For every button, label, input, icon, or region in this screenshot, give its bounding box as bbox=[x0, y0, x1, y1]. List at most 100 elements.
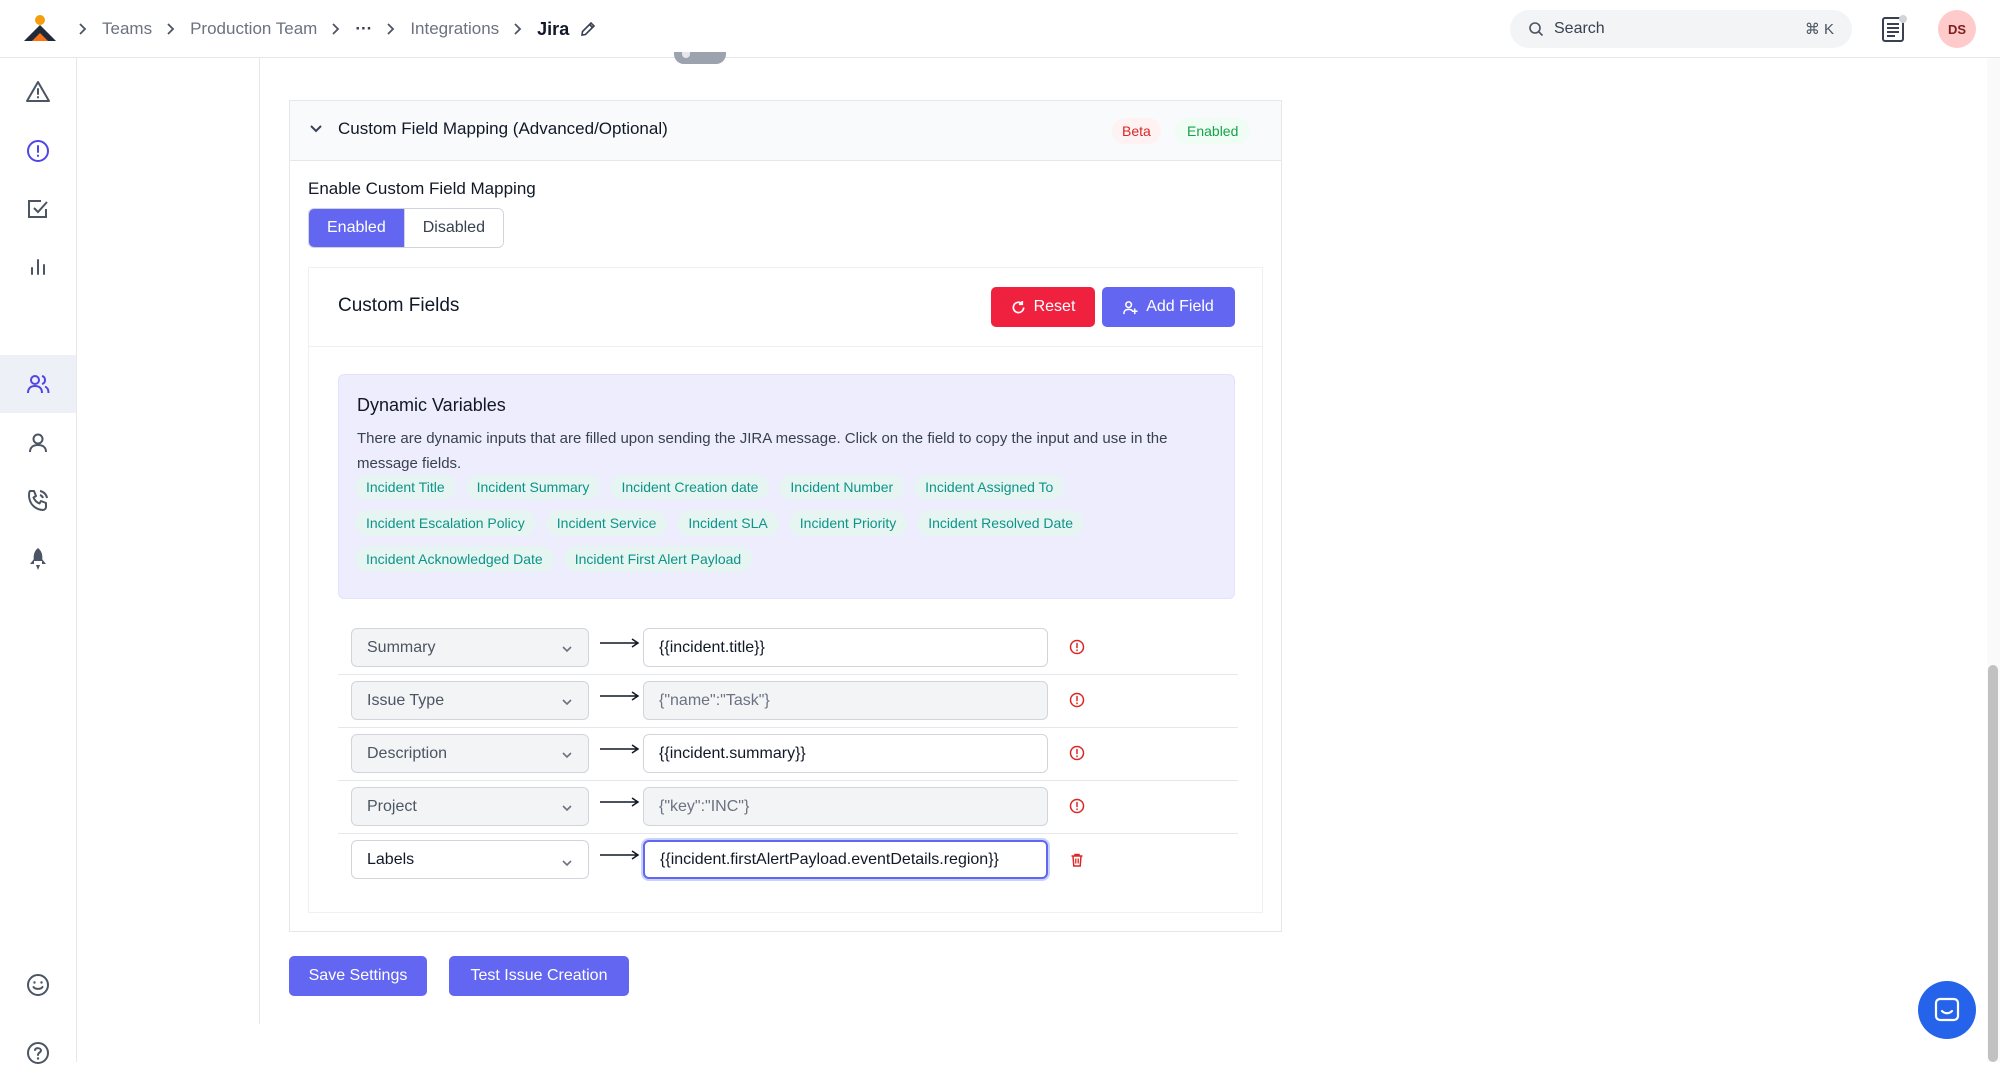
bar-chart-icon bbox=[31, 259, 45, 275]
add-field-button[interactable]: Add Field bbox=[1102, 287, 1235, 327]
enable-mapping-label: Enable Custom Field Mapping bbox=[308, 179, 536, 198]
custom-fields-title: Custom Fields bbox=[338, 295, 460, 316]
field-select[interactable]: Issue Type bbox=[351, 681, 589, 720]
sidebar-item-feedback[interactable] bbox=[0, 956, 76, 1014]
avatar[interactable]: DS bbox=[1938, 10, 1976, 48]
sidebar-item-help[interactable] bbox=[0, 1024, 76, 1082]
variable-chips: Incident Title Incident Summary Incident… bbox=[355, 474, 1225, 572]
info-icon[interactable] bbox=[1069, 639, 1085, 655]
chat-launcher-button[interactable] bbox=[1918, 981, 1976, 1039]
arrow-right-icon bbox=[600, 744, 640, 754]
search-placeholder: Search bbox=[1554, 20, 1605, 37]
mapping-row: Labels {{incident.firstAlertPayload.even… bbox=[338, 829, 1238, 882]
variable-chip[interactable]: Incident SLA bbox=[677, 510, 779, 536]
save-settings-button[interactable]: Save Settings bbox=[289, 956, 427, 996]
variable-chip[interactable]: Incident Creation date bbox=[610, 474, 770, 500]
variable-chip[interactable]: Incident Number bbox=[779, 474, 905, 500]
field-select[interactable]: Description bbox=[351, 734, 589, 773]
toggle-switch[interactable] bbox=[674, 52, 726, 64]
variable-chip[interactable]: Incident Priority bbox=[788, 510, 908, 536]
breadcrumb-item-teams[interactable]: Teams bbox=[102, 19, 152, 39]
variable-chip[interactable]: Incident Summary bbox=[465, 474, 601, 500]
field-select-value: Summary bbox=[367, 638, 436, 656]
chevron-down-icon[interactable] bbox=[308, 121, 324, 137]
page-title: Jira bbox=[537, 18, 570, 39]
sidebar-item-users[interactable] bbox=[0, 414, 76, 472]
chevron-right-icon bbox=[513, 22, 523, 36]
search-icon bbox=[1529, 22, 1544, 37]
sidebar-item-escalations[interactable] bbox=[0, 530, 76, 588]
arrow-right-icon bbox=[600, 797, 640, 807]
breadcrumb-ellipsis[interactable]: ··· bbox=[355, 19, 372, 39]
mapping-row: Project {"key":"INC"} bbox=[338, 776, 1238, 829]
sidebar-item-oncall[interactable] bbox=[0, 472, 76, 530]
sidebar-item-teams[interactable] bbox=[0, 355, 76, 413]
info-icon[interactable] bbox=[1069, 745, 1085, 761]
test-issue-creation-button[interactable]: Test Issue Creation bbox=[449, 956, 629, 996]
field-select[interactable]: Project bbox=[351, 787, 589, 826]
field-value-input[interactable]: {{incident.firstAlertPayload.eventDetail… bbox=[643, 840, 1048, 879]
add-field-label: Add Field bbox=[1146, 298, 1214, 315]
user-plus-icon bbox=[1123, 300, 1138, 314]
search-shortcut: ⌘ K bbox=[1804, 21, 1834, 38]
reset-button[interactable]: Reset bbox=[991, 287, 1095, 327]
enable-mapping-toggle: Enabled Disabled bbox=[308, 208, 504, 248]
field-value-input[interactable]: {"key":"INC"} bbox=[643, 787, 1048, 826]
info-icon[interactable] bbox=[1069, 798, 1085, 814]
breadcrumb: Teams Production Team ··· Integrations J… bbox=[64, 0, 597, 58]
arrow-right-icon bbox=[600, 691, 640, 701]
top-bar: Teams Production Team ··· Integrations J… bbox=[0, 0, 2000, 58]
disabled-option[interactable]: Disabled bbox=[403, 209, 503, 247]
chevron-down-icon bbox=[562, 860, 572, 867]
pencil-icon[interactable] bbox=[579, 20, 597, 38]
breadcrumb-item-production-team[interactable]: Production Team bbox=[190, 19, 317, 39]
dynamic-variables-box: Dynamic Variables There are dynamic inpu… bbox=[338, 374, 1235, 599]
enabled-option[interactable]: Enabled bbox=[309, 209, 404, 247]
rocket-icon bbox=[30, 548, 46, 570]
field-value-input[interactable]: {"name":"Task"} bbox=[643, 681, 1048, 720]
trash-icon[interactable] bbox=[1069, 852, 1085, 868]
newspaper-icon[interactable] bbox=[1880, 14, 1908, 44]
arrow-right-icon bbox=[600, 850, 640, 860]
field-value-input[interactable]: {{incident.summary}} bbox=[643, 734, 1048, 773]
chevron-right-icon bbox=[331, 22, 341, 36]
field-select-value: Description bbox=[367, 744, 448, 762]
scrollbar-thumb[interactable] bbox=[1988, 665, 1998, 1062]
field-select[interactable]: Summary bbox=[351, 628, 589, 667]
chevron-down-icon bbox=[562, 699, 572, 706]
sidebar-item-incidents[interactable] bbox=[0, 122, 76, 180]
panel-title: Custom Field Mapping (Advanced/Optional) bbox=[338, 119, 668, 138]
field-select-value: Labels bbox=[367, 850, 415, 868]
mapping-row: Issue Type {"name":"Task"} bbox=[338, 670, 1238, 723]
chevron-down-icon bbox=[562, 646, 572, 653]
card-header: Custom Fields Reset Add Field bbox=[309, 268, 1262, 347]
dynamic-variables-description: There are dynamic inputs that are filled… bbox=[357, 430, 1168, 472]
field-select[interactable]: Labels bbox=[351, 840, 589, 879]
field-value-input[interactable]: {{incident.title}} bbox=[643, 628, 1048, 667]
variable-chip[interactable]: Incident Escalation Policy bbox=[355, 510, 536, 536]
alert-circle-icon bbox=[27, 140, 49, 162]
users-icon bbox=[27, 375, 50, 394]
check-square-icon bbox=[28, 200, 48, 218]
sidebar bbox=[0, 58, 77, 1064]
sidebar-item-tasks[interactable] bbox=[0, 180, 76, 238]
logo-icon[interactable] bbox=[22, 13, 58, 43]
variable-chip[interactable]: Incident Title bbox=[355, 474, 456, 500]
variable-chip[interactable]: Incident Service bbox=[545, 510, 668, 536]
info-icon[interactable] bbox=[1069, 692, 1085, 708]
chevron-right-icon bbox=[166, 22, 176, 36]
sidebar-item-analytics[interactable] bbox=[0, 238, 76, 296]
variable-chip[interactable]: Incident Acknowledged Date bbox=[355, 546, 554, 572]
reset-label: Reset bbox=[1033, 298, 1076, 315]
variable-chip[interactable]: Incident Resolved Date bbox=[917, 510, 1085, 536]
variable-chip[interactable]: Incident First Alert Payload bbox=[563, 546, 753, 572]
custom-field-mapping-panel: Custom Field Mapping (Advanced/Optional)… bbox=[289, 100, 1282, 932]
breadcrumb-item-integrations[interactable]: Integrations bbox=[410, 19, 499, 39]
mapping-row: Summary {{incident.title}} bbox=[338, 617, 1238, 670]
variable-chip[interactable]: Incident Assigned To bbox=[914, 474, 1065, 500]
panel-header[interactable]: Custom Field Mapping (Advanced/Optional)… bbox=[290, 101, 1281, 161]
sidebar-item-alerts[interactable] bbox=[0, 63, 76, 121]
field-select-value: Project bbox=[367, 797, 417, 815]
search-bar[interactable]: Search ⌘ K bbox=[1510, 10, 1852, 48]
chat-icon bbox=[1934, 997, 1960, 1022]
